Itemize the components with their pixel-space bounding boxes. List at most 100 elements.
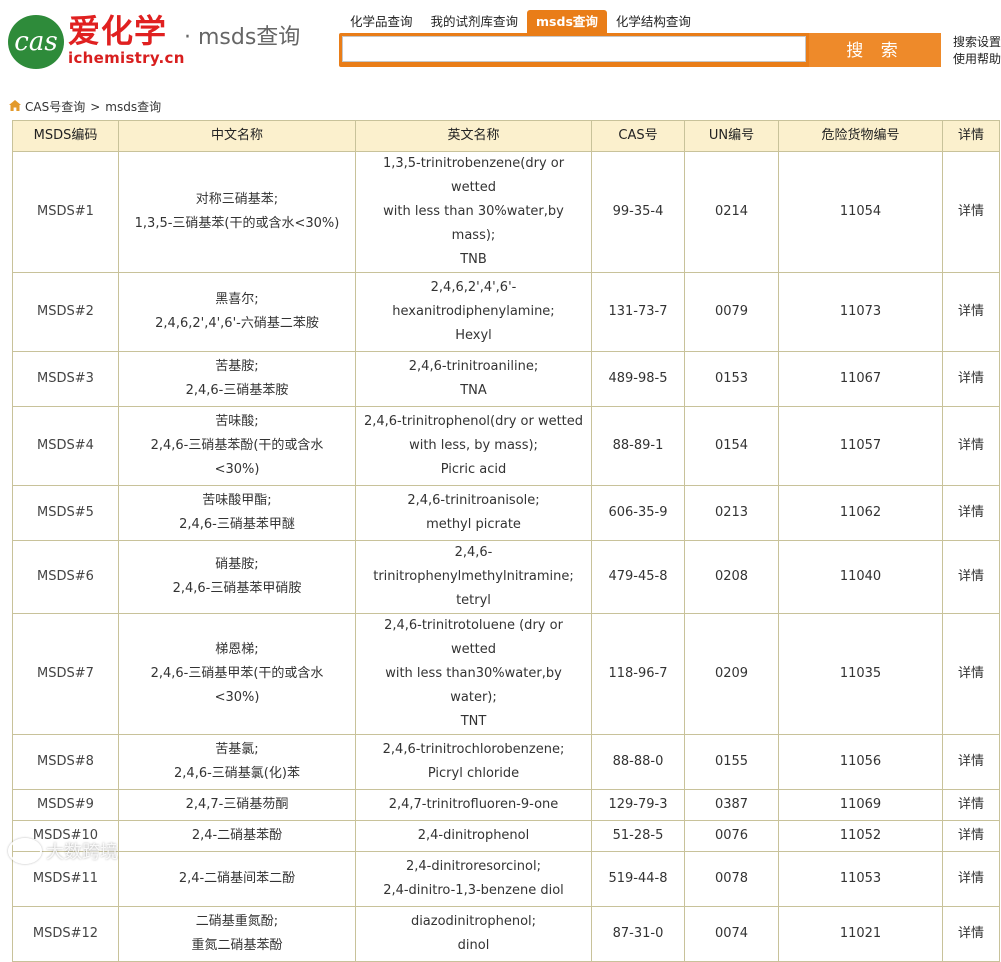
logo-badge: cas — [8, 15, 64, 69]
cell-detail: 详情 — [942, 820, 1000, 852]
cell-chinese-name-line: 梯恩梯; — [215, 642, 259, 657]
cell-chinese-name-line: 苦基氯; — [215, 742, 259, 757]
detail-link[interactable]: 详情 — [958, 371, 984, 386]
col-header-un: UN编号 — [684, 120, 779, 152]
cell-cas: 129-79-3 — [591, 789, 685, 821]
cell-dangerous-goods: 11040 — [778, 540, 943, 614]
cell-english-name: diazodinitrophenol; dinol — [355, 906, 592, 962]
cell-english-name-line: 1,3,5-trinitrobenzene(dry or wetted — [382, 156, 565, 195]
cell-cas: 489-98-5 — [591, 351, 685, 407]
cell-dangerous-goods: 11057 — [778, 406, 943, 486]
cell-english-name-line: 2,4,6-trinitrochlorobenzene; — [382, 742, 565, 757]
search-input[interactable] — [342, 36, 806, 62]
cell-english-name-line: diazodinitrophenol; — [410, 914, 537, 929]
help-link[interactable]: 使用帮助 — [953, 51, 1001, 68]
cell-english-name: 2,4,6-trinitrophenylmethylnitramine; tetr… — [355, 540, 592, 614]
cell-chinese-name-line: 苦基胺; — [215, 359, 259, 374]
cell-english-name-line: with less, by mass); — [409, 438, 538, 453]
cell-un: 0208 — [684, 540, 779, 614]
search-button[interactable]: 搜 索 — [809, 33, 941, 67]
cell-chinese-name: 二硝基重氮酚; 重氮二硝基苯酚 — [118, 906, 356, 962]
cell-detail: 详情 — [942, 406, 1000, 486]
detail-link[interactable]: 详情 — [958, 505, 984, 520]
cell-chinese-name-line: 2,4,6-三硝基苯甲硝胺 — [172, 581, 302, 596]
col-header-dangerous-goods: 危险货物编号 — [778, 120, 943, 152]
detail-link[interactable]: 详情 — [958, 754, 984, 769]
detail-link[interactable]: 详情 — [958, 438, 984, 453]
cell-chinese-name: 2,4-二硝基间苯二酚 — [118, 851, 356, 907]
col-header-msds-code: MSDS编码 — [12, 120, 119, 152]
cell-cas: 99-35-4 — [591, 151, 685, 273]
cell-detail: 详情 — [942, 851, 1000, 907]
cell-english-name-line: 2,4,6-trinitroanisole; — [407, 493, 540, 508]
cell-dangerous-goods: 11062 — [778, 485, 943, 541]
cell-chinese-name-line: 黑喜尔; — [215, 292, 259, 307]
table-row: MSDS#7 梯恩梯; 2,4,6-三硝基甲苯(干的或含水 <30%) 2,4,6-tr… — [12, 613, 1000, 735]
cell-english-name-line: TNT — [460, 714, 487, 729]
cell-msds-code: MSDS#5 — [12, 485, 119, 541]
tab-msds-search[interactable]: msds查询 — [527, 10, 607, 34]
cell-dangerous-goods: 11053 — [778, 851, 943, 907]
cell-english-name-line: 2,4,6-trinitrotoluene (dry or wetted — [384, 618, 563, 657]
cell-cas: 131-73-7 — [591, 272, 685, 352]
cell-dangerous-goods: 11054 — [778, 151, 943, 273]
cell-english-name-line: with less than 30%water,by mass); — [383, 204, 564, 243]
cell-chinese-name-line: 硝基胺; — [215, 557, 259, 572]
cell-un: 0214 — [684, 151, 779, 273]
cell-chinese-name: 对称三硝基苯; 1,3,5-三硝基苯(干的或含水<30%) — [118, 151, 356, 273]
site-logo[interactable]: cas 爱化学 ichemistry.cn · msds查询 — [8, 11, 308, 73]
cell-cas: 88-88-0 — [591, 734, 685, 790]
cell-un: 0153 — [684, 351, 779, 407]
cell-un: 0209 — [684, 613, 779, 735]
detail-link[interactable]: 详情 — [958, 204, 984, 219]
tab-my-reagent-search[interactable]: 我的试剂库查询 — [422, 10, 528, 34]
cell-msds-code: MSDS#4 — [12, 406, 119, 486]
cell-english-name-line: 2,4-dinitroresorcinol; — [406, 859, 541, 874]
cell-dangerous-goods: 11056 — [778, 734, 943, 790]
cell-dangerous-goods: 11067 — [778, 351, 943, 407]
search-settings-link[interactable]: 搜索设置 — [953, 34, 1001, 51]
watermark: 大数跨境 — [8, 838, 118, 864]
col-header-cas: CAS号 — [591, 120, 685, 152]
cell-chinese-name-line: 重氮二硝基苯酚 — [191, 938, 283, 953]
cell-chinese-name-line: 苦味酸甲酯; — [202, 493, 272, 508]
detail-link[interactable]: 详情 — [958, 569, 984, 584]
cell-english-name-line: 2,4,6-trinitrophenol(dry or wetted — [363, 414, 584, 429]
cell-un: 0074 — [684, 906, 779, 962]
cell-chinese-name: 黑喜尔; 2,4,6,2',4',6'-六硝基二苯胺 — [118, 272, 356, 352]
col-header-detail: 详情 — [942, 120, 1000, 152]
detail-link[interactable]: 详情 — [958, 828, 984, 843]
detail-link[interactable]: 详情 — [958, 666, 984, 681]
detail-link[interactable]: 详情 — [958, 797, 984, 812]
cell-english-name-line: 2,4,7-trinitrofluoren-9-one — [388, 797, 559, 812]
detail-link[interactable]: 详情 — [958, 304, 984, 319]
table-row: MSDS#10 2,4-二硝基苯酚 2,4-dinitrophenol 51-28-5… — [12, 820, 1000, 852]
cell-english-name-line: 2,4-dinitro-1,3-benzene diol — [383, 883, 564, 898]
cell-english-name-line: methyl picrate — [426, 517, 521, 532]
tab-structure-search[interactable]: 化学结构查询 — [607, 10, 700, 34]
col-header-chinese-name: 中文名称 — [118, 120, 356, 152]
cell-english-name: 1,3,5-trinitrobenzene(dry or wetted with … — [355, 151, 592, 273]
cell-chinese-name-line: 2,4,7-三硝基芴酮 — [185, 797, 289, 812]
cell-detail: 详情 — [942, 272, 1000, 352]
detail-link[interactable]: 详情 — [958, 926, 984, 941]
detail-link[interactable]: 详情 — [958, 871, 984, 886]
cell-chinese-name-line: 苦味酸; — [215, 414, 259, 429]
table-row: MSDS#8 苦基氯; 2,4,6-三硝基氯(化)苯 2,4,6-trinitroch… — [12, 734, 1000, 790]
cell-detail: 详情 — [942, 485, 1000, 541]
cell-english-name-line: 2,4,6-trinitrophenylmethylnitramine; — [373, 545, 574, 584]
cell-msds-code: MSDS#12 — [12, 906, 119, 962]
breadcrumb-home[interactable]: CAS号查询 — [25, 98, 85, 115]
cell-cas: 51-28-5 — [591, 820, 685, 852]
cell-un: 0076 — [684, 820, 779, 852]
cell-un: 0154 — [684, 406, 779, 486]
logo-subtitle: · msds查询 — [184, 25, 301, 50]
cell-english-name-line: with less than30%water,by water); — [385, 666, 562, 705]
cell-chinese-name: 2,4,7-三硝基芴酮 — [118, 789, 356, 821]
tab-chemical-search[interactable]: 化学品查询 — [341, 10, 422, 34]
cell-english-name-line: Picryl chloride — [427, 766, 520, 781]
table-row: MSDS#1 对称三硝基苯; 1,3,5-三硝基苯(干的或含水<30%) 1,3,5-… — [12, 151, 1000, 273]
cell-chinese-name-line: 2,4-二硝基苯酚 — [191, 828, 283, 843]
cell-english-name: 2,4,6-trinitroaniline; TNA — [355, 351, 592, 407]
cell-english-name: 2,4-dinitrophenol — [355, 820, 592, 852]
